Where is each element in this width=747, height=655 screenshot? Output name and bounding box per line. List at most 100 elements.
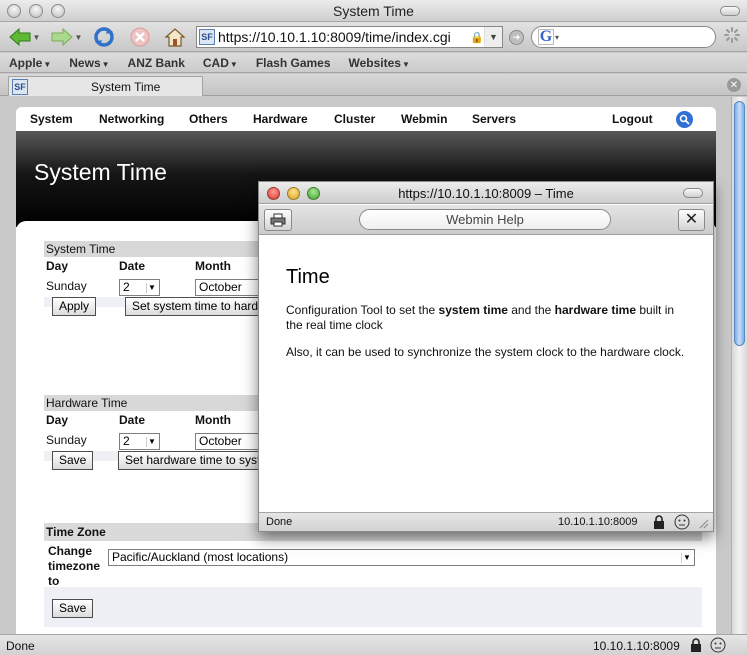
help-title-field: Webmin Help xyxy=(359,209,611,230)
forward-button[interactable]: ▼ xyxy=(48,25,84,49)
bookmark-news[interactable]: News▼ xyxy=(60,56,118,70)
day-value: Sunday xyxy=(46,433,87,447)
menu-servers[interactable]: Servers xyxy=(472,112,516,126)
navigation-toolbar: ▼ ▼ SF https://10.10.1.10:8009/time/inde… xyxy=(0,22,747,52)
dropdown-arrow-icon: ▼ xyxy=(146,437,157,447)
bookmark-websites[interactable]: Websites▼ xyxy=(340,56,419,70)
popup-toolbar-toggle-button[interactable] xyxy=(683,188,703,198)
address-bar[interactable]: SF https://10.10.1.10:8009/time/index.cg… xyxy=(196,26,503,48)
magnifier-icon xyxy=(679,114,690,125)
home-button[interactable] xyxy=(162,25,188,49)
page-scrollbar[interactable] xyxy=(731,97,747,634)
timezone-label-line: timezone xyxy=(48,559,101,573)
close-tab-icon[interactable]: ✕ xyxy=(727,78,741,92)
month-select[interactable]: October xyxy=(195,433,265,450)
day-value: Sunday xyxy=(46,279,87,293)
tab-label: System Time xyxy=(91,79,161,94)
lock-icon: 🔒 xyxy=(470,31,484,44)
popup-toolbar: Webmin Help ✕ xyxy=(259,205,713,235)
back-history-icon: ▼ xyxy=(32,32,41,42)
search-icon[interactable] xyxy=(676,111,693,128)
set-system-time-button[interactable]: Set system time to hardware time xyxy=(125,297,261,316)
browser-titlebar: System Time xyxy=(0,0,747,22)
popup-statusbar: Done 10.10.1.10:8009 xyxy=(259,512,713,531)
site-favicon-icon: SF xyxy=(12,78,28,95)
search-field[interactable]: G ▾ xyxy=(531,26,716,48)
date-select[interactable]: 2 ▼ xyxy=(119,279,160,296)
reload-icon xyxy=(94,27,114,47)
save-hardware-time-button[interactable]: Save xyxy=(52,451,94,470)
column-header-day: Day xyxy=(46,259,69,273)
url-text[interactable]: https://10.10.1.10:8009/time/index.cgi xyxy=(218,29,470,45)
status-host: 10.10.1.10:8009 xyxy=(593,639,680,653)
page-title: System Time xyxy=(34,159,167,185)
arrow-right-icon xyxy=(51,27,73,47)
lock-icon[interactable] xyxy=(653,515,665,529)
window-title: System Time xyxy=(333,3,414,19)
dropdown-arrow-icon: ▼ xyxy=(146,283,157,293)
menu-hardware[interactable]: Hardware xyxy=(253,112,308,126)
google-icon: G xyxy=(538,28,554,45)
bookmark-cad[interactable]: CAD▼ xyxy=(194,56,247,70)
month-select[interactable]: October xyxy=(195,279,265,296)
timezone-select[interactable]: Pacific/Auckland (most locations) ▼ xyxy=(108,549,695,566)
time-zone-section: Time Zone Change timezone to Pacific/Auc… xyxy=(44,523,702,627)
close-icon[interactable]: ✕ xyxy=(678,209,705,231)
timezone-row: Change timezone to Pacific/Auckland (mos… xyxy=(44,541,702,588)
url-history-dropdown[interactable]: ▼ xyxy=(484,27,502,47)
menu-cluster[interactable]: Cluster xyxy=(334,112,375,126)
bookmark-flash-games[interactable]: Flash Games xyxy=(247,56,340,70)
logout-link[interactable]: Logout xyxy=(612,112,653,126)
lock-icon[interactable] xyxy=(690,638,702,652)
help-heading: Time xyxy=(286,266,330,288)
home-icon xyxy=(164,28,186,47)
menu-networking[interactable]: Networking xyxy=(99,112,164,126)
bookmark-anz-bank[interactable]: ANZ Bank xyxy=(119,56,194,70)
help-popup-window: https://10.10.1.10:8009 – Time Webmin He… xyxy=(258,181,714,532)
date-select[interactable]: 2 ▼ xyxy=(119,433,160,450)
printer-icon xyxy=(270,213,286,227)
column-header-date: Date xyxy=(119,413,146,427)
loading-spinner-icon xyxy=(724,27,740,43)
help-paragraph-1: Configuration Tool to set the system tim… xyxy=(286,303,675,332)
search-engine-dropdown-icon[interactable]: ▾ xyxy=(555,33,559,42)
reload-button[interactable] xyxy=(91,25,117,49)
popup-title: https://10.10.1.10:8009 – Time xyxy=(398,186,574,201)
go-button[interactable]: ➜ xyxy=(509,30,524,45)
webmin-menubar: System Networking Others Hardware Cluste… xyxy=(16,107,716,131)
menu-webmin[interactable]: Webmin xyxy=(401,112,447,126)
tab-system-time[interactable]: SF System Time xyxy=(8,76,203,96)
dropdown-arrow-icon: ▼ xyxy=(401,59,410,69)
save-timezone-button[interactable]: Save xyxy=(52,599,94,618)
status-text: Done xyxy=(6,639,35,653)
dropdown-arrow-icon: ▼ xyxy=(229,59,238,69)
arrow-left-icon xyxy=(8,27,31,47)
set-hardware-time-button[interactable]: Set hardware time to system time xyxy=(118,451,261,470)
back-button[interactable]: ▼ xyxy=(6,25,42,49)
column-header-month: Month xyxy=(195,259,231,273)
bookmarks-bar: Apple▼ News▼ ANZ Bank CAD▼ Flash Games W… xyxy=(0,53,747,73)
dropdown-arrow-icon: ▼ xyxy=(681,553,692,563)
menu-others[interactable]: Others xyxy=(189,112,228,126)
apply-button[interactable]: Apply xyxy=(52,297,97,316)
popup-titlebar: https://10.10.1.10:8009 – Time xyxy=(259,182,713,204)
dropdown-arrow-icon: ▼ xyxy=(101,59,110,69)
site-favicon-icon: SF xyxy=(199,29,215,45)
scrollbar-thumb[interactable] xyxy=(734,101,745,346)
print-button[interactable] xyxy=(264,209,292,231)
toolbar-toggle-button[interactable] xyxy=(720,6,740,16)
dropdown-arrow-icon: ▼ xyxy=(43,59,52,69)
timezone-label-line: Change xyxy=(48,544,93,558)
help-paragraph-2: Also, it can be used to synchronize the … xyxy=(286,345,685,359)
popup-status-host: 10.10.1.10:8009 xyxy=(558,516,638,528)
column-header-date: Date xyxy=(119,259,146,273)
stop-icon xyxy=(130,27,150,47)
help-content: Time Configuration Tool to set the syste… xyxy=(259,236,713,512)
privacy-icon[interactable] xyxy=(674,514,690,530)
stop-button[interactable] xyxy=(127,25,153,49)
bookmark-apple[interactable]: Apple▼ xyxy=(0,56,60,70)
menu-system[interactable]: System xyxy=(30,112,73,126)
resize-grip-icon[interactable] xyxy=(697,517,709,529)
timezone-label-line: to xyxy=(48,574,60,588)
privacy-icon[interactable] xyxy=(710,637,726,653)
